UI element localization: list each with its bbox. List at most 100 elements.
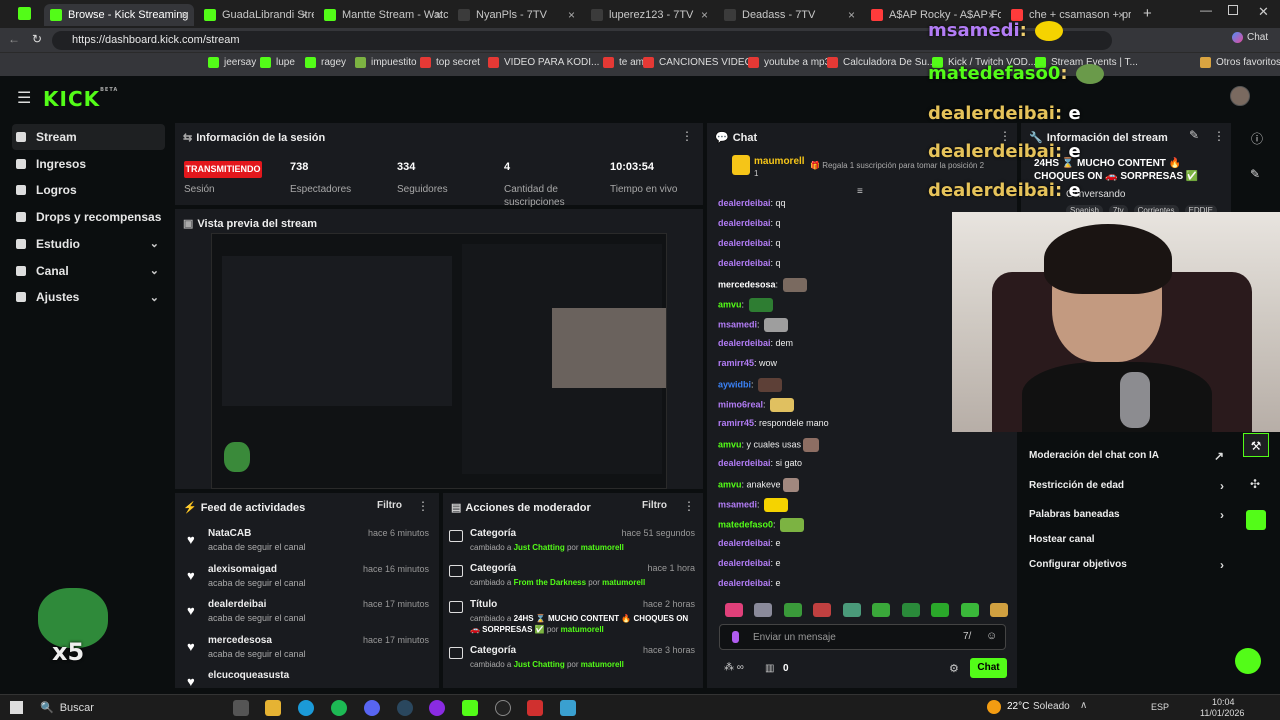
chat-message[interactable]: mimo6real: bbox=[718, 398, 795, 412]
emote-9[interactable] bbox=[960, 603, 979, 617]
mod-filter-button[interactable]: Filtro bbox=[642, 500, 667, 511]
feed-username[interactable]: mercedesosa bbox=[208, 635, 272, 646]
emote-1[interactable] bbox=[725, 603, 743, 617]
feed-username[interactable]: dealerdeibai bbox=[208, 599, 266, 610]
puzzle-rail-icon[interactable]: ✣ bbox=[1250, 477, 1260, 491]
emote-3[interactable] bbox=[783, 603, 802, 617]
sidebar-item-stream[interactable]: Stream bbox=[12, 124, 165, 150]
chat-message[interactable]: dealerdeibai: si gato bbox=[718, 458, 802, 468]
chat-username[interactable]: dealerdeibai bbox=[718, 258, 771, 268]
spotify-icon[interactable] bbox=[331, 700, 347, 716]
chat-message[interactable]: dealerdeibai: dem bbox=[718, 338, 793, 348]
emote-6[interactable] bbox=[872, 603, 891, 617]
clock-date[interactable]: 11/01/2026 bbox=[1200, 708, 1244, 718]
tray-chevron-icon[interactable]: ∧ bbox=[1080, 700, 1087, 711]
mod-action-user[interactable]: matumorell bbox=[561, 625, 604, 634]
info-rail-icon[interactable]: ⓘ bbox=[1251, 130, 1263, 147]
app-icon-folder[interactable] bbox=[560, 700, 576, 716]
kick-taskbar-icon[interactable] bbox=[462, 700, 478, 716]
emote-7[interactable] bbox=[901, 603, 920, 617]
edge-icon[interactable] bbox=[298, 700, 314, 716]
chat-message[interactable]: amvu: anakeve bbox=[718, 478, 799, 492]
7tv-icon[interactable]: 7/ bbox=[963, 631, 971, 642]
side-action-item[interactable]: Hostear canal bbox=[1029, 534, 1224, 545]
chat-message[interactable]: dealerdeibai: q bbox=[718, 238, 781, 248]
chat-username[interactable]: amvu bbox=[718, 439, 742, 449]
reload-icon[interactable]: ↻ bbox=[32, 32, 42, 46]
chat-username[interactable]: dealerdeibai bbox=[718, 578, 771, 588]
chat-settings-icon[interactable]: ⚙ bbox=[949, 662, 959, 675]
chat-send-button[interactable]: Chat bbox=[970, 658, 1007, 678]
bookmark-item[interactable]: jeersay bbox=[208, 57, 256, 68]
mod-action-user[interactable]: matumorell bbox=[581, 543, 624, 552]
tab-close-icon[interactable]: × bbox=[435, 8, 442, 22]
chat-username[interactable]: ramirr45 bbox=[718, 358, 754, 368]
chat-message[interactable]: ramirr45: respondele mano bbox=[718, 418, 829, 428]
list-item[interactable]: Título cambiado a 24HS ⌛ MUCHO CONTENT 🔥 … bbox=[449, 599, 699, 635]
side-action-item[interactable]: Configurar objetivos › bbox=[1029, 558, 1224, 572]
chat-button[interactable]: Chat bbox=[1232, 32, 1268, 43]
obs-icon[interactable] bbox=[495, 700, 511, 716]
close-window-icon[interactable]: ✕ bbox=[1258, 4, 1269, 20]
tab-close-icon[interactable]: × bbox=[568, 8, 575, 22]
bookmark-item[interactable]: VIDEO PARA KODI... bbox=[488, 57, 599, 68]
chevron-down-icon[interactable]: ⌄ bbox=[150, 237, 159, 250]
taskbar-search[interactable]: 🔍 Buscar bbox=[40, 699, 210, 717]
bookmark-item[interactable]: ragey bbox=[305, 57, 346, 68]
browser-tab[interactable]: luperez123 - 7TV × bbox=[585, 4, 714, 26]
top-gifter-name[interactable]: maumorell bbox=[754, 156, 805, 167]
sidebar-item-ingresos[interactable]: Ingresos bbox=[12, 151, 165, 177]
mod-action-user[interactable]: matumorell bbox=[581, 660, 624, 669]
browser-tab[interactable]: Mantte Stream - Watch × bbox=[318, 4, 448, 26]
language-indicator[interactable]: ESP bbox=[1151, 702, 1169, 712]
chat-username[interactable]: dealerdeibai bbox=[718, 218, 771, 228]
edit-rail-icon[interactable]: ✎ bbox=[1250, 167, 1260, 181]
menu-icon[interactable]: ☰ bbox=[17, 88, 31, 108]
app-icon-red[interactable] bbox=[527, 700, 543, 716]
new-tab-icon[interactable]: + bbox=[1143, 5, 1152, 22]
chat-username[interactable]: aywidbi bbox=[718, 379, 751, 389]
feed-username[interactable]: elcucoqueasusta bbox=[208, 670, 289, 681]
chat-username[interactable]: ramirr45 bbox=[718, 418, 754, 428]
chat-username[interactable]: amvu bbox=[718, 479, 742, 489]
browser-tab[interactable]: NyanPls - 7TV × bbox=[452, 4, 581, 26]
side-action-item[interactable]: Palabras baneadas › bbox=[1029, 508, 1224, 522]
feed-username[interactable]: NataCAB bbox=[208, 528, 251, 539]
tab-close-icon[interactable]: × bbox=[301, 8, 308, 22]
avatar[interactable] bbox=[1230, 86, 1250, 106]
explorer-icon[interactable] bbox=[265, 700, 281, 716]
feed-filter-button[interactable]: Filtro bbox=[377, 500, 402, 511]
list-item[interactable]: ♥ NataCAB acaba de seguir el canal hace 6 m… bbox=[185, 528, 433, 560]
tab-close-icon[interactable]: × bbox=[848, 8, 855, 22]
mod-action-user[interactable]: matumorell bbox=[602, 578, 645, 587]
chat-message[interactable]: ramirr45: wow bbox=[718, 358, 777, 368]
session-menu-icon[interactable]: ⋮ bbox=[681, 129, 693, 143]
browser-tab[interactable]: Deadass - 7TV × bbox=[718, 4, 861, 26]
chat-message[interactable]: msamedi: bbox=[718, 318, 789, 332]
emote-8[interactable] bbox=[931, 603, 950, 617]
chat-message[interactable]: dealerdeibai: q bbox=[718, 258, 781, 268]
sidebar-item-logros[interactable]: Logros bbox=[12, 177, 165, 203]
support-rail-icon[interactable] bbox=[1235, 648, 1261, 674]
clapper-rail-icon[interactable] bbox=[1246, 510, 1266, 530]
chat-username[interactable]: matedefaso0 bbox=[718, 519, 773, 529]
emoji-icon[interactable]: ☺ bbox=[986, 630, 997, 642]
chat-message[interactable]: dealerdeibai: q bbox=[718, 218, 781, 228]
chat-username[interactable]: dealerdeibai bbox=[718, 238, 771, 248]
chat-message[interactable]: dealerdeibai: e bbox=[718, 558, 781, 568]
tab-close-icon[interactable]: × bbox=[701, 8, 708, 22]
side-action-item[interactable]: Moderación del chat con IA ↗ bbox=[1029, 449, 1224, 463]
bookmark-item[interactable]: Calculadora De Su... bbox=[827, 57, 935, 68]
maximize-icon[interactable] bbox=[1228, 5, 1238, 15]
chat-username[interactable]: amvu bbox=[718, 299, 742, 309]
chat-username[interactable]: dealerdeibai bbox=[718, 558, 771, 568]
channel-points-icon[interactable]: ⁂ ∞ bbox=[724, 662, 744, 673]
chat-username[interactable]: msamedi bbox=[718, 499, 757, 509]
steam-icon[interactable] bbox=[397, 700, 413, 716]
chat-message[interactable]: aywidbi: bbox=[718, 378, 783, 392]
list-item[interactable]: ♥ mercedesosa acaba de seguir el canal hace… bbox=[185, 635, 433, 667]
minimize-icon[interactable]: — bbox=[1200, 3, 1212, 17]
emote-2[interactable] bbox=[754, 603, 773, 617]
weather-temp[interactable]: 22°C bbox=[1007, 701, 1029, 712]
tools-rail-icon[interactable]: ⚒ bbox=[1243, 433, 1269, 457]
